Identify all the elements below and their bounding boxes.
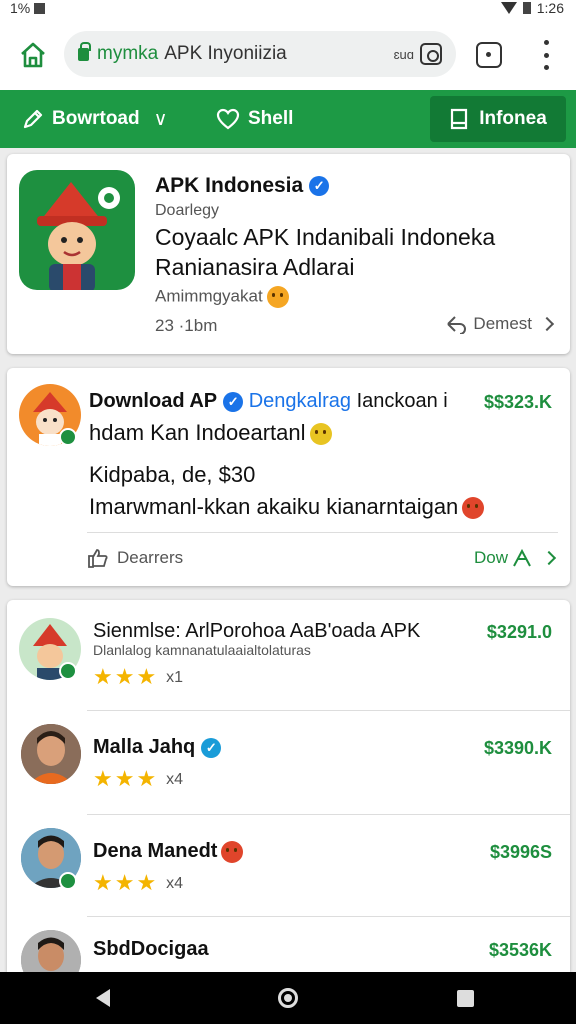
post-price: $$323.K — [483, 392, 552, 412]
rating-count: x4 — [166, 875, 184, 892]
rating-stars: ★★★ x4 — [93, 870, 183, 896]
post-title: Download AP — [89, 390, 218, 412]
url-actions: ɛuɑ — [394, 43, 442, 65]
list-item-name: Malla Jahq — [93, 736, 196, 758]
app-headline-line2: Ranianasira Adlarai — [155, 254, 355, 280]
post-link[interactable]: Dengkalrag — [249, 390, 351, 412]
share-icon — [447, 316, 467, 334]
site-nav: Bowrtoad ∨ Shell Infonea — [0, 90, 576, 148]
list-item-price: $3536K — [488, 940, 552, 960]
app-subtitle: Doarlegy — [155, 202, 220, 219]
list-item-price: $3996S — [489, 842, 552, 862]
battery-text: 1% — [10, 0, 31, 16]
lock-icon — [78, 41, 91, 61]
rating-stars: ★★★ x1 — [93, 664, 183, 690]
app-action[interactable]: Demest — [445, 314, 555, 334]
chevron-right-icon — [541, 550, 557, 566]
divider — [87, 814, 570, 815]
post-download-label: Dow — [473, 548, 508, 567]
download-menu-label: Bowrtoad — [52, 108, 140, 129]
shell-menu-label: Shell — [248, 108, 294, 129]
browser-toolbar: mymka APK Inyoniizia ɛuɑ — [0, 18, 576, 90]
pencil-icon — [23, 109, 43, 129]
online-badge — [59, 662, 77, 680]
featured-app-card[interactable]: APK Indonesia ✓ Doarlegy Coyaalc APK Inda… — [7, 154, 570, 354]
list-item-price: $3390.K — [483, 738, 552, 758]
post-action-left-label: Dearrers — [117, 548, 184, 567]
download-menu[interactable]: Bowrtoad ∨ — [22, 90, 168, 148]
thumbs-up-icon — [88, 549, 108, 568]
online-badge — [59, 428, 77, 446]
signal-icon — [500, 2, 517, 14]
list-item-price: $3291.0 — [486, 622, 552, 642]
post-line2: hdam Kan Indoeartanl — [89, 420, 306, 445]
star-icons: ★★★ — [93, 664, 159, 689]
post-action-left[interactable]: Dearrers — [87, 548, 183, 568]
list-item-name: SbdDocigaa — [93, 938, 209, 960]
tabs-icon[interactable] — [476, 42, 502, 68]
system-nav-bar — [0, 972, 576, 1024]
app-action-label: Demest — [473, 314, 532, 333]
app-icon — [19, 170, 135, 290]
notification-icon — [34, 2, 46, 14]
verified-icon: ✓ — [201, 737, 222, 758]
list-item-sub: Dlanlalog kamnanatulaaialtolaturas — [93, 642, 311, 658]
home-icon[interactable] — [18, 40, 48, 70]
post-line4: Imarwmanl-kkan akaiku kianarntaigan — [89, 494, 459, 519]
url-side-text: ɛuɑ — [393, 46, 414, 62]
divider — [87, 710, 570, 711]
blush-emoji-icon — [462, 497, 485, 520]
app-list: Sienmlse: ArlPorohoa AaB'oada APK Dlanla… — [7, 600, 570, 990]
tab-infonea-label: Infonea — [479, 108, 547, 129]
chevron-right-icon — [539, 316, 555, 332]
chevron-down-icon: ∨ — [153, 108, 168, 130]
post-download[interactable]: Dow — [473, 548, 557, 568]
camera-icon[interactable] — [420, 43, 442, 65]
rating-count: x4 — [166, 771, 184, 788]
upload-icon — [513, 548, 531, 567]
verified-icon: ✓ — [223, 391, 244, 412]
star-icons: ★★★ — [93, 766, 159, 791]
list-item-name: Sienmlse: ArlPorohoa AaB'oada APK — [93, 620, 421, 642]
url-host: mymka — [97, 43, 159, 64]
heart-icon — [216, 108, 240, 130]
list-avatar — [21, 724, 81, 784]
post-title-tail: Ianckoan i — [356, 390, 448, 412]
star-icons: ★★★ — [93, 870, 159, 895]
list-item-name: Dena Manedt — [93, 840, 218, 862]
overflow-menu-icon[interactable] — [536, 40, 556, 70]
tab-infonea[interactable]: Infonea — [430, 96, 566, 142]
app-title: APK Indonesia — [155, 174, 304, 197]
clock: 1:26 — [536, 0, 564, 16]
smile-emoji-icon — [266, 286, 289, 308]
url-path: APK Inyoniizia — [164, 43, 287, 64]
battery-icon — [522, 2, 531, 14]
emoji-icon — [309, 423, 332, 446]
divider — [87, 916, 570, 917]
back-icon[interactable] — [96, 989, 110, 1007]
recents-icon[interactable] — [457, 990, 474, 1007]
verified-icon: ✓ — [309, 176, 330, 197]
divider — [87, 532, 558, 533]
home-circle-icon[interactable] — [278, 988, 298, 1008]
app-tagline: Amimmgyakat — [155, 286, 263, 306]
post-line3: Kidpaba, de, $30 — [89, 462, 256, 487]
online-badge — [59, 872, 77, 890]
status-bar: 1% 1:26 — [0, 0, 576, 18]
app-headline-line1: Coyaalc APK Indanibali Indoneka — [155, 224, 496, 250]
document-icon — [451, 108, 468, 130]
rating-count: x1 — [166, 669, 184, 686]
rating-stars: ★★★ x4 — [93, 766, 183, 792]
address-bar[interactable]: mymka APK Inyoniizia ɛuɑ — [64, 31, 456, 77]
app-meta: 23 ·1bm — [155, 316, 218, 335]
emoji-icon — [221, 840, 244, 863]
shell-menu[interactable]: Shell — [216, 90, 293, 148]
post-card[interactable]: Download AP ✓ Dengkalrag Ianckoan i $$323… — [7, 368, 570, 586]
